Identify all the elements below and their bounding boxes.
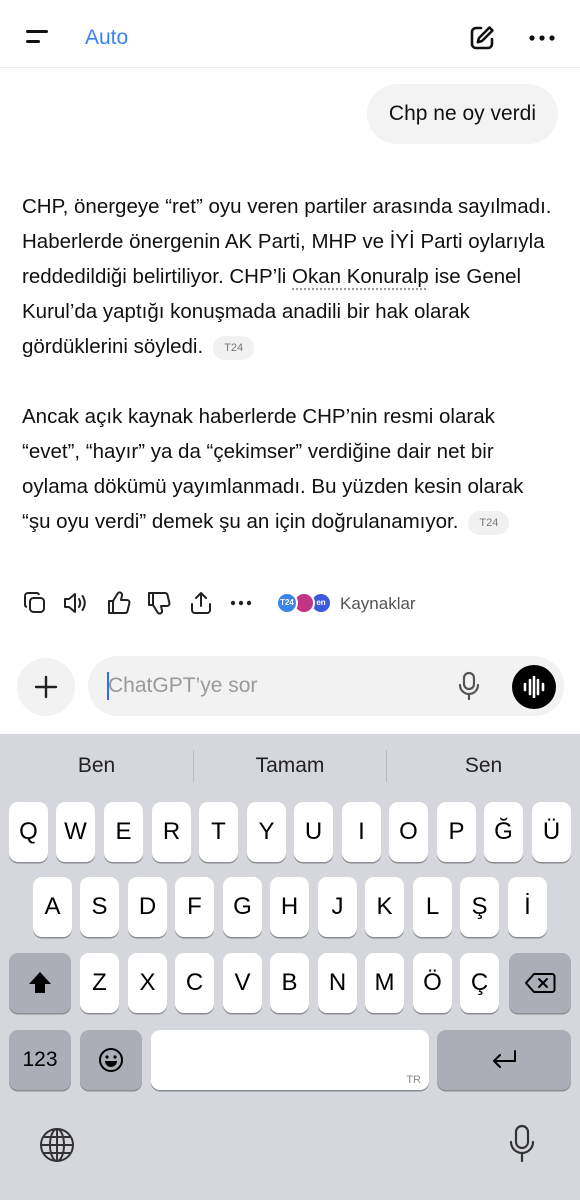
return-key[interactable] (437, 1030, 571, 1090)
key-q[interactable]: Q (9, 802, 48, 862)
user-message-bubble: Chp ne oy verdi (366, 84, 558, 144)
globe-icon[interactable] (38, 1126, 76, 1164)
plus-icon (34, 675, 58, 699)
onscreen-keyboard: Ben Tamam Sen Q W E R T Y U I O P Ğ Ü A … (0, 734, 580, 1200)
key-a[interactable]: A (33, 877, 72, 937)
key-b[interactable]: B (270, 953, 309, 1013)
share-icon[interactable] (188, 590, 214, 616)
shift-icon (29, 972, 51, 993)
dictation-microphone-icon[interactable] (508, 1124, 536, 1164)
key-g[interactable]: G (223, 877, 262, 937)
key-x[interactable]: X (128, 953, 167, 1013)
key-t[interactable]: T (199, 802, 238, 862)
assistant-message: CHP, önergeye “ret” oyu veren partiler a… (22, 189, 552, 574)
message-composer (88, 656, 564, 716)
more-icon[interactable] (228, 590, 254, 616)
key-m[interactable]: M (365, 953, 404, 1013)
new-chat-icon[interactable] (466, 22, 498, 54)
thumbs-up-icon[interactable] (106, 590, 132, 616)
voice-mode-button[interactable] (512, 665, 556, 709)
add-attachment-button[interactable] (17, 658, 75, 716)
text-caret (107, 672, 109, 700)
sources-label: Kaynaklar (340, 594, 416, 613)
message-actions: en T24 Kaynaklar (22, 590, 542, 620)
key-p[interactable]: P (437, 802, 476, 862)
menu-icon[interactable] (24, 26, 52, 48)
key-e[interactable]: E (104, 802, 143, 862)
key-o-umlaut[interactable]: Ö (413, 953, 452, 1013)
key-c-cedilla[interactable]: Ç (460, 953, 499, 1013)
delete-key[interactable] (509, 953, 571, 1013)
keyboard-language-label: TR (406, 1074, 421, 1086)
key-c[interactable]: C (175, 953, 214, 1013)
microphone-icon[interactable] (456, 671, 482, 701)
assistant-paragraph-1: CHP, önergeye “ret” oyu veren partiler a… (22, 189, 552, 364)
key-i[interactable]: I (342, 802, 381, 862)
message-input[interactable] (108, 672, 428, 700)
thumbs-down-icon[interactable] (146, 590, 172, 616)
key-s[interactable]: S (80, 877, 119, 937)
shift-key[interactable] (9, 953, 71, 1013)
space-key[interactable]: TR (151, 1030, 429, 1090)
source-badge: T24 (276, 592, 298, 614)
key-v[interactable]: V (223, 953, 262, 1013)
backspace-icon (525, 973, 556, 993)
person-link[interactable]: Okan Konuralp (292, 265, 429, 288)
model-selector[interactable]: Auto (85, 26, 128, 50)
read-aloud-icon[interactable] (62, 590, 88, 616)
numbers-key[interactable]: 123 (9, 1030, 71, 1090)
key-l[interactable]: L (413, 877, 452, 937)
more-horizontal-icon[interactable] (526, 27, 560, 49)
key-f[interactable]: F (175, 877, 214, 937)
emoji-icon (99, 1048, 123, 1072)
citation-chip[interactable]: T24 (468, 510, 510, 535)
waveform-icon (523, 676, 545, 698)
key-g-breve[interactable]: Ğ (484, 802, 523, 862)
paragraph-text: Ancak açık kaynak haberlerde CHP’nin res… (22, 405, 524, 533)
key-r[interactable]: R (152, 802, 191, 862)
return-icon (493, 1050, 516, 1068)
emoji-key[interactable] (80, 1030, 142, 1090)
copy-icon[interactable] (22, 590, 48, 616)
key-k[interactable]: K (365, 877, 404, 937)
key-w[interactable]: W (56, 802, 95, 862)
key-z[interactable]: Z (80, 953, 119, 1013)
key-d[interactable]: D (128, 877, 167, 937)
suggestion-sen[interactable]: Sen (387, 742, 580, 790)
suggestion-tamam[interactable]: Tamam (194, 742, 386, 790)
key-h[interactable]: H (270, 877, 309, 937)
key-u[interactable]: U (294, 802, 333, 862)
key-y[interactable]: Y (247, 802, 286, 862)
key-s-cedilla[interactable]: Ş (460, 877, 499, 937)
key-o[interactable]: O (389, 802, 428, 862)
key-j[interactable]: J (318, 877, 357, 937)
key-u-umlaut[interactable]: Ü (532, 802, 571, 862)
assistant-paragraph-2: Ancak açık kaynak haberlerde CHP’nin res… (22, 399, 552, 539)
citation-chip[interactable]: T24 (213, 335, 255, 360)
key-i-dotted[interactable]: İ (508, 877, 547, 937)
key-n[interactable]: N (318, 953, 357, 1013)
suggestion-ben[interactable]: Ben (0, 742, 193, 790)
top-bar: Auto (0, 0, 580, 68)
